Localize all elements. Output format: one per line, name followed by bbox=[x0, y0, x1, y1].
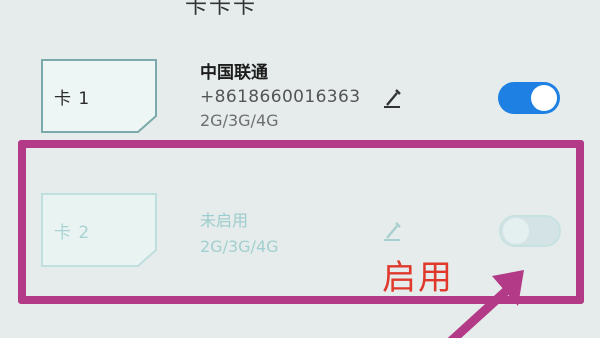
top-heading-fragment: 卡卡卡 bbox=[185, 0, 258, 19]
sim1-phone-number: +8618660016363 bbox=[200, 87, 361, 107]
sim1-carrier: 中国联通 bbox=[200, 63, 268, 83]
sim1-card-icon: 卡 1 bbox=[40, 58, 158, 134]
sim-settings-screen: 卡卡卡 卡 1 中国联通 +8618660016363 2G/3G/4G 卡 2… bbox=[0, 0, 600, 338]
annotation-arrow-icon bbox=[420, 262, 550, 338]
sim1-edit-icon[interactable] bbox=[380, 87, 404, 111]
sim1-network-type: 2G/3G/4G bbox=[200, 111, 279, 130]
sim1-card-label: 卡 1 bbox=[54, 89, 91, 109]
sim1-info: 中国联通 +8618660016363 2G/3G/4G bbox=[200, 58, 360, 130]
sim1-enable-toggle[interactable] bbox=[498, 82, 560, 114]
sim1-toggle-knob bbox=[531, 85, 557, 111]
